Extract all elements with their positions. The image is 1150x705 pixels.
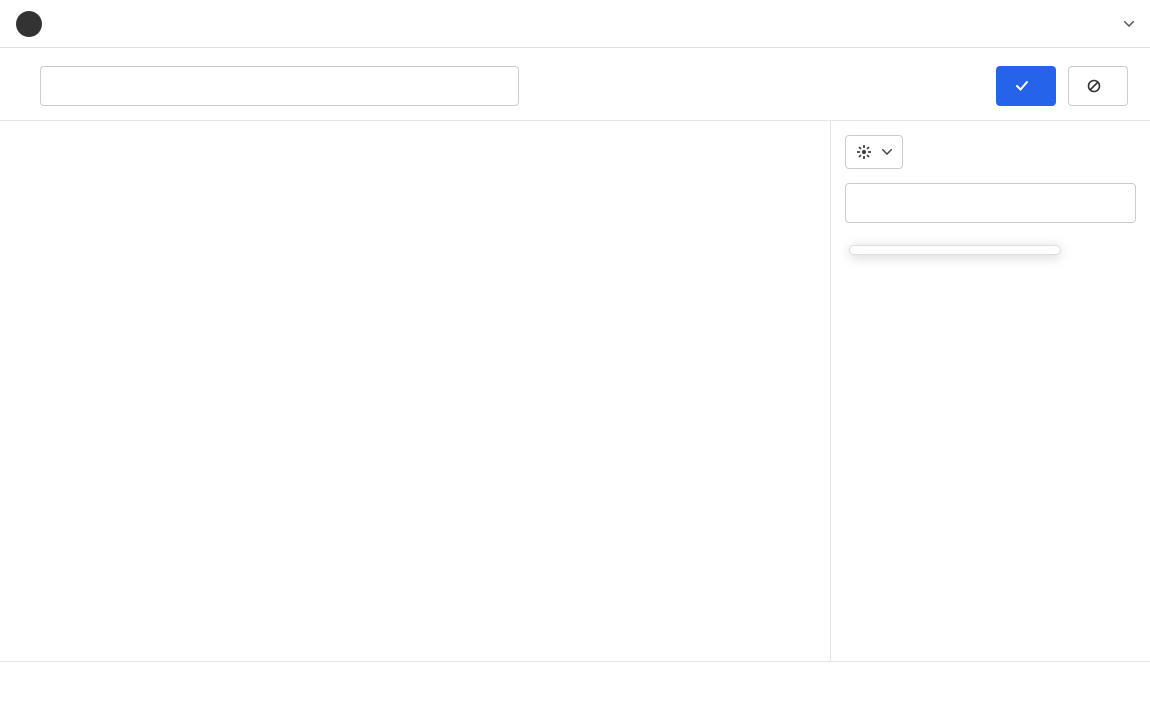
- app-logo: [16, 11, 42, 37]
- check-icon: [1015, 79, 1029, 93]
- cancel-icon: [1087, 79, 1101, 93]
- save-button[interactable]: [996, 66, 1056, 106]
- report-title-input[interactable]: [40, 66, 519, 106]
- search-reports-input[interactable]: [845, 183, 1136, 223]
- gear-icon: [856, 144, 872, 160]
- color-palette-popover: [849, 245, 1061, 255]
- user-menu[interactable]: [1118, 21, 1134, 27]
- chevron-down-icon: [1124, 21, 1134, 27]
- chevron-down-icon: [882, 149, 892, 155]
- chart-settings-dropdown[interactable]: [845, 135, 903, 169]
- cancel-button[interactable]: [1068, 66, 1128, 106]
- instances-count-label: [0, 112, 1150, 120]
- line-chart: [10, 135, 820, 657]
